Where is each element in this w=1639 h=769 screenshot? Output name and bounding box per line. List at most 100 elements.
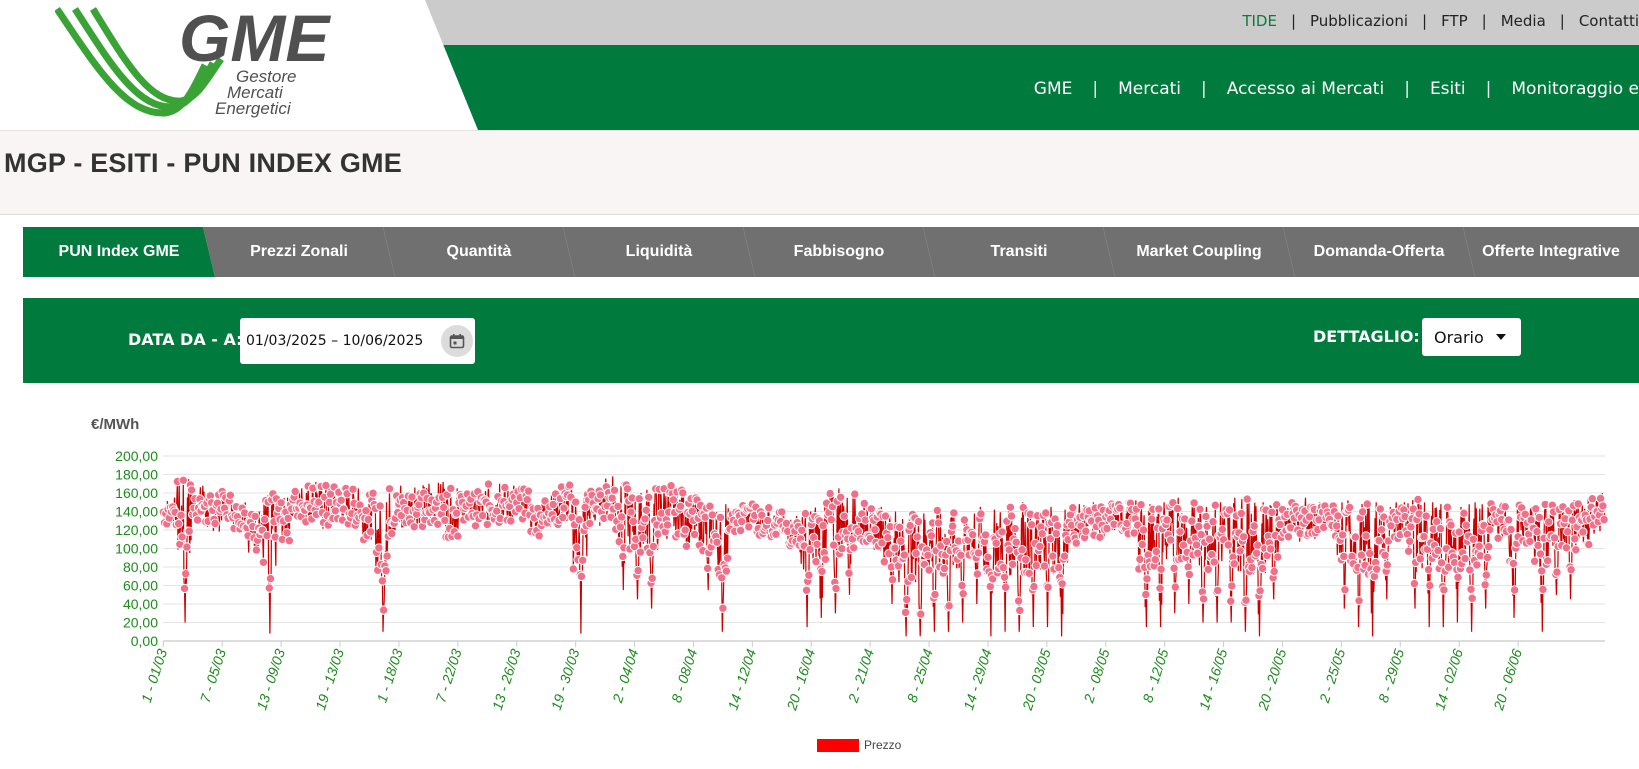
- data-point: [1068, 503, 1078, 513]
- data-point: [1235, 546, 1245, 556]
- tab-pun-index-gme[interactable]: PUN Index GME: [23, 227, 215, 277]
- data-point: [1578, 527, 1588, 537]
- tab-quantita[interactable]: Quantità: [383, 227, 575, 277]
- data-point: [1435, 523, 1446, 534]
- detail-select-value: Orario: [1434, 328, 1484, 347]
- data-point: [374, 543, 384, 553]
- tab-fabbisogno[interactable]: Fabbisogno: [743, 227, 935, 277]
- data-point: [638, 533, 648, 543]
- data-point: [1484, 542, 1494, 552]
- separator: |: [1290, 12, 1296, 30]
- data-point: [1155, 583, 1165, 593]
- x-tick-label: 19 - 13/03: [312, 647, 347, 712]
- date-range-value[interactable]: 01/03/2025 – 10/06/2025: [246, 333, 423, 349]
- tab-transiti[interactable]: Transiti: [923, 227, 1115, 277]
- nav-item-esiti[interactable]: Esiti: [1430, 79, 1466, 99]
- data-point: [687, 506, 697, 516]
- data-point: [1267, 507, 1277, 517]
- data-point: [681, 541, 692, 551]
- nav-item-mercati[interactable]: Mercati: [1118, 79, 1181, 99]
- data-point: [916, 609, 926, 619]
- data-point: [1266, 544, 1276, 554]
- x-tick-label: 13 - 26/03: [489, 647, 524, 712]
- data-point: [812, 539, 822, 549]
- data-point: [1472, 560, 1482, 570]
- data-point: [1382, 560, 1393, 570]
- data-point: [887, 575, 898, 585]
- separator: |: [1422, 12, 1428, 30]
- date-range-field[interactable]: 01/03/2025 – 10/06/2025: [240, 318, 475, 364]
- data-point: [1561, 543, 1572, 553]
- data-point: [647, 573, 657, 583]
- data-point: [1361, 531, 1371, 541]
- data-point: [1344, 502, 1355, 513]
- tab-offerte-integrative[interactable]: Offerte Integrative: [1463, 227, 1639, 277]
- utility-link-tide[interactable]: TIDE: [1242, 12, 1277, 30]
- separator: |: [1481, 12, 1487, 30]
- data-point: [828, 540, 839, 550]
- nav-item-monitoraggio[interactable]: Monitoraggio e: [1511, 79, 1639, 99]
- data-point: [1506, 524, 1516, 535]
- data-point: [1571, 545, 1581, 555]
- tab-market-coupling[interactable]: Market Coupling: [1103, 227, 1295, 277]
- detail-select[interactable]: Orario: [1422, 318, 1521, 356]
- data-point: [1442, 502, 1453, 512]
- x-tick-label: 20 - 20/05: [1254, 647, 1289, 713]
- chart-legend[interactable]: Prezzo: [817, 738, 902, 752]
- data-point: [368, 488, 378, 498]
- data-point: [949, 508, 959, 518]
- separator: |: [1485, 79, 1492, 99]
- data-point: [1226, 596, 1236, 606]
- data-point: [179, 583, 190, 594]
- data-point: [721, 566, 732, 576]
- x-tick-label: 14 - 02/06: [1431, 647, 1466, 712]
- tab-domanda-offerta[interactable]: Domanda-Offerta: [1283, 227, 1475, 277]
- data-point: [944, 601, 954, 611]
- data-point: [258, 557, 269, 567]
- data-point: [1059, 551, 1070, 561]
- data-point: [210, 518, 220, 529]
- data-point: [1193, 548, 1203, 558]
- data-point: [1562, 527, 1573, 537]
- utility-link-pubblicazioni[interactable]: Pubblicazioni: [1310, 12, 1408, 30]
- tab-liquidita[interactable]: Liquidità: [563, 227, 755, 277]
- data-point: [1175, 527, 1185, 537]
- data-point: [702, 563, 713, 574]
- data-point: [1480, 580, 1490, 590]
- data-point: [576, 571, 587, 582]
- tab-prezzi-zonali[interactable]: Prezzi Zonali: [203, 227, 395, 277]
- data-point: [1162, 515, 1172, 525]
- data-point: [1454, 527, 1464, 537]
- data-point: [1374, 536, 1384, 546]
- data-point: [387, 528, 397, 539]
- data-point: [615, 522, 626, 532]
- data-point: [932, 505, 942, 516]
- data-point: [668, 495, 679, 505]
- data-point: [839, 511, 849, 521]
- x-tick-label: 7 - 05/03: [197, 647, 229, 705]
- data-point: [825, 488, 835, 499]
- data-point: [976, 509, 986, 519]
- data-point: [1138, 525, 1149, 535]
- data-point: [1257, 563, 1268, 574]
- nav-item-gme[interactable]: GME: [1034, 79, 1073, 99]
- data-point: [264, 583, 274, 593]
- tab-label: Liquidità: [625, 243, 693, 260]
- utility-link-media[interactable]: Media: [1501, 12, 1546, 30]
- data-point: [837, 544, 847, 554]
- data-point: [735, 525, 746, 536]
- data-point: [523, 486, 534, 496]
- gme-logo[interactable]: GME Gestore Mercati Energetici: [55, 5, 345, 123]
- nav-item-accesso-ai-mercati[interactable]: Accesso ai Mercati: [1227, 79, 1384, 99]
- data-point: [1461, 520, 1472, 530]
- data-point: [407, 492, 417, 502]
- data-point: [500, 482, 510, 493]
- x-tick-label: 13 - 09/03: [253, 647, 288, 712]
- utility-link-contatti[interactable]: Contatti: [1579, 12, 1639, 30]
- calendar-button[interactable]: [441, 325, 473, 357]
- data-point: [613, 501, 623, 512]
- data-point: [644, 492, 654, 502]
- data-point: [1423, 564, 1434, 575]
- utility-link-ftp[interactable]: FTP: [1441, 12, 1468, 30]
- x-ticks: 1 - 01/03 7 - 05/03 13 - 09/03 19 - 13/03 1 …: [138, 641, 1525, 713]
